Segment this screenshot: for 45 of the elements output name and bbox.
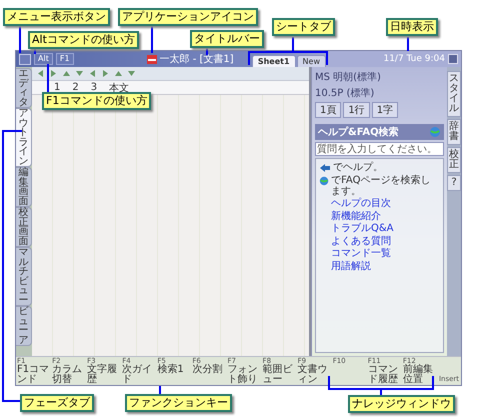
ruler-label: 本文 — [109, 82, 130, 94]
side-tab[interactable]: 校正 — [447, 147, 461, 173]
position-indicator[interactable]: 1字 — [372, 102, 398, 118]
callout-label: Altコマンドの使い方 — [28, 31, 139, 49]
phase-tab[interactable]: アウトライン — [16, 108, 32, 167]
callout-label: アプリケーションアイコン — [118, 8, 258, 26]
font-size: 10.5P (標準) — [315, 86, 376, 100]
sheet-tab[interactable]: New — [296, 55, 326, 67]
ruler-label: 2 — [72, 82, 79, 93]
datetime: 11/7 Tue 9:04 — [383, 54, 445, 64]
command-button[interactable]: F1 — [56, 53, 74, 65]
phase-tab[interactable]: 校正画面 — [16, 207, 32, 247]
panel-heading: ヘルプ&FAQ検索 — [318, 125, 400, 139]
question-input-field[interactable]: 質問を入力してください。 — [315, 142, 444, 156]
callout-label: F1コマンドの使い方 — [42, 92, 152, 110]
callout-label: タイトルバー — [190, 30, 264, 48]
help-link[interactable]: 新機能紹介 — [331, 210, 440, 222]
help-link[interactable]: よくある質問 — [331, 236, 440, 247]
command-button[interactable]: Alt — [34, 53, 53, 65]
position-indicator[interactable]: 1行 — [343, 102, 370, 118]
help-link[interactable]: ヘルプの目次 — [331, 198, 440, 210]
callout-label: 日時表示 — [386, 18, 438, 36]
callout-label: ファンクションキー — [125, 394, 232, 412]
help-link[interactable]: トラブルQ&A — [331, 223, 440, 234]
side-tab[interactable]: スタイル — [447, 71, 461, 117]
phase-tab[interactable]: 編集画面 — [16, 167, 32, 207]
help-link[interactable]: コマンド一覧 — [331, 248, 440, 260]
callout-label: シートタブ — [272, 18, 335, 36]
sheet-tab[interactable]: Sheet1 — [252, 55, 296, 67]
side-tab[interactable]: ? — [447, 175, 461, 191]
callout-label: フェーズタブ — [20, 394, 94, 412]
help-action-text: でヘルプ。 — [333, 162, 383, 173]
callout-label: メニュー表示ボタン — [3, 8, 110, 26]
window-title: 一太郎 - [文書1] — [160, 52, 234, 66]
phase-tab[interactable]: ビューア — [16, 306, 32, 346]
help-link[interactable]: 用語解説 — [331, 260, 440, 272]
position-indicator[interactable]: 1頁 — [315, 102, 342, 118]
ruler-label: 3 — [90, 82, 98, 93]
help-action-text: でFAQページを検索します。 — [331, 175, 432, 197]
ruler-label: 1 — [54, 82, 60, 93]
callout-label: ナレッジウィンドウ — [348, 395, 455, 413]
phase-tab[interactable]: エディタ — [16, 68, 32, 108]
font-name: MS 明朝(標準) — [315, 70, 382, 84]
side-tab[interactable]: 辞書 — [447, 119, 461, 145]
phase-tab[interactable]: マルチビュー — [16, 247, 32, 306]
